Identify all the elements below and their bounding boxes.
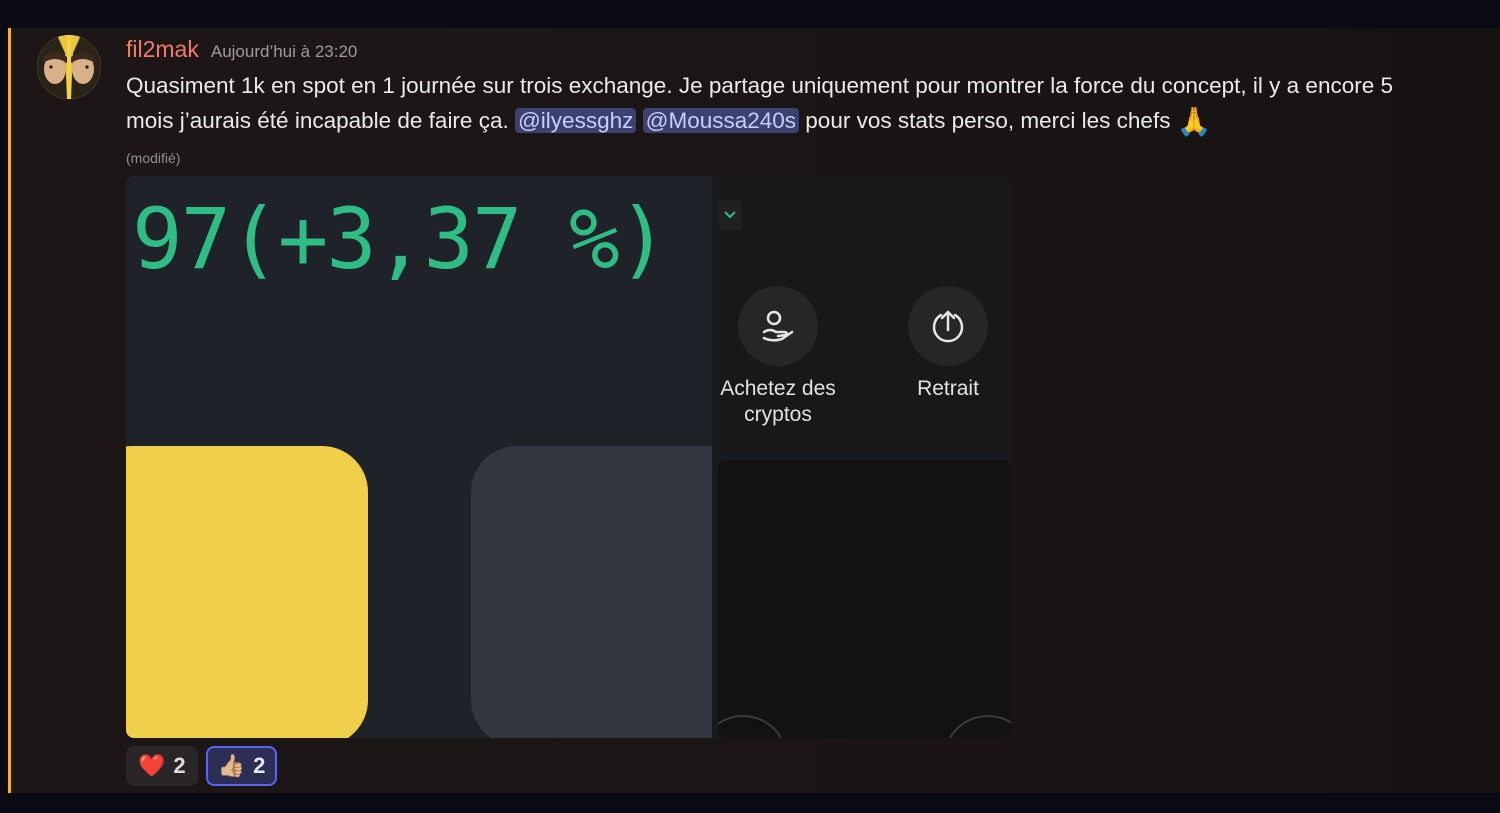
arc-right bbox=[943, 715, 1011, 738]
arc-left bbox=[718, 715, 788, 738]
chevron-down-icon bbox=[718, 200, 742, 230]
message-text-end: pour vos stats perso, merci les chefs bbox=[799, 108, 1177, 133]
top-strip bbox=[0, 0, 1500, 28]
reactions-bar: ❤️ 2 👍🏼 2 bbox=[126, 746, 278, 786]
thumbs-up-icon: 👍🏼 bbox=[217, 753, 246, 778]
withdraw-label: Retrait bbox=[917, 377, 979, 400]
screenshot-left-panel: 97(+3,37 %) bbox=[126, 176, 712, 738]
timestamp: Aujourd’hui à 23:20 bbox=[210, 42, 358, 61]
image-attachment[interactable]: 97(+3,37 %) Achetez des cryptos Retrait bbox=[126, 176, 1011, 738]
hand-coin-icon bbox=[738, 286, 818, 366]
mention-moussa240s[interactable]: @Moussa240s bbox=[642, 108, 800, 133]
reaction-thumbs-up[interactable]: 👍🏼 2 bbox=[205, 746, 278, 786]
mention-ilyessghz[interactable]: @ilyessghz bbox=[514, 108, 637, 133]
username[interactable]: fil2mak bbox=[126, 36, 199, 63]
bottom-strip bbox=[0, 793, 1500, 813]
chat-message: fil2mak Aujourd’hui à 23:20 Quasiment 1k… bbox=[8, 28, 1500, 793]
upload-arrow-icon bbox=[908, 286, 988, 366]
message-content: Quasiment 1k en spot en 1 journée sur tr… bbox=[126, 68, 1426, 139]
reaction-count: 2 bbox=[173, 753, 186, 778]
pray-emoji: 🙏 bbox=[1176, 106, 1212, 137]
percent-change-text: 97(+3,37 %) bbox=[132, 190, 668, 288]
reaction-heart[interactable]: ❤️ 2 bbox=[126, 746, 198, 786]
message-header: fil2mak Aujourd’hui à 23:20 bbox=[126, 36, 357, 66]
grey-card bbox=[471, 446, 712, 738]
reaction-count: 2 bbox=[253, 753, 266, 778]
screenshot-empty-panel bbox=[718, 460, 1011, 738]
avatar-image bbox=[37, 35, 101, 99]
edited-label: (modifié) bbox=[126, 150, 181, 166]
avatar[interactable] bbox=[37, 35, 101, 99]
withdraw-action: Retrait bbox=[878, 286, 1011, 402]
buy-crypto-label: Achetez des cryptos bbox=[720, 377, 836, 426]
yellow-card bbox=[126, 446, 368, 738]
heart-icon: ❤️ bbox=[138, 753, 166, 778]
buy-crypto-action: Achetez des cryptos bbox=[708, 286, 848, 428]
screenshot-actions-panel: Achetez des cryptos Retrait bbox=[718, 176, 1011, 452]
